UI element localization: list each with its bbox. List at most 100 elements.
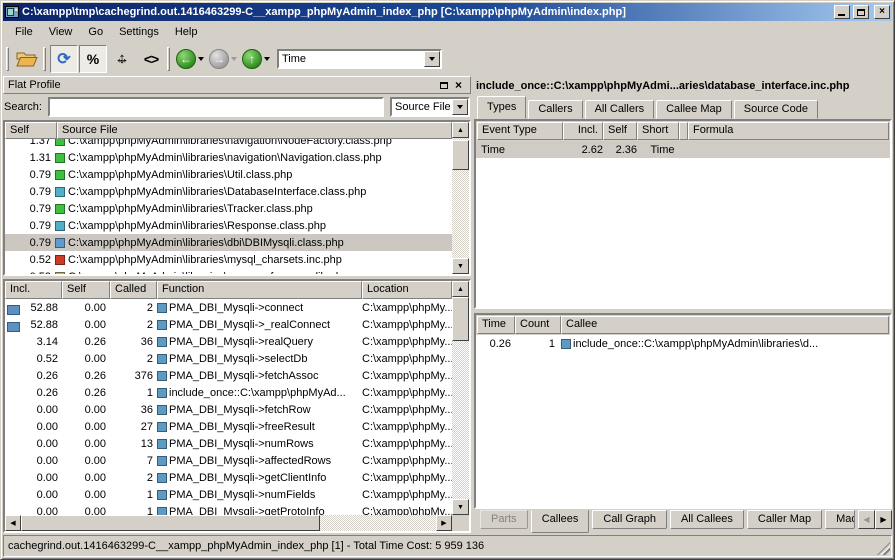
scroll-track[interactable] (21, 515, 436, 531)
function-table-vscrollbar[interactable]: ▲ ▼ (452, 281, 469, 515)
grouping-dropdown-button[interactable] (452, 99, 468, 115)
table-row[interactable]: Time 2.62 2.36 Time (476, 141, 890, 158)
scroll-right-button[interactable]: ▶ (436, 515, 452, 531)
menu-view[interactable]: View (41, 23, 81, 41)
column-header-source-file[interactable]: Source File (57, 122, 452, 139)
file-list-row[interactable]: 0.79C:\xampp\phpMyAdmin\libraries\Databa… (5, 183, 452, 200)
column-header-called[interactable]: Called (110, 281, 157, 299)
scroll-thumb[interactable] (452, 140, 469, 170)
tab-machine-code[interactable]: Machine (825, 510, 855, 529)
up-dropdown-caret-icon[interactable] (264, 57, 270, 64)
function-table-hscrollbar[interactable]: ◀ ▶ (5, 515, 469, 531)
scroll-track[interactable] (452, 297, 469, 499)
event-type-select[interactable]: Time (277, 49, 442, 69)
column-header-callee[interactable]: Callee (561, 316, 889, 334)
open-file-button[interactable] (13, 45, 41, 73)
back-button[interactable]: ← (176, 49, 196, 69)
file-list-vscrollbar[interactable]: ▲ ▼ (452, 122, 469, 274)
maximize-button[interactable] (853, 5, 869, 19)
tab-caller-map[interactable]: Caller Map (747, 510, 822, 529)
file-list-row[interactable]: 0.79C:\xampp\phpMyAdmin\libraries\dbi\DB… (5, 234, 452, 251)
file-list-row[interactable]: 0.79C:\xampp\phpMyAdmin\libraries\Tracke… (5, 200, 452, 217)
forward-button[interactable]: → (209, 49, 229, 69)
tab-callees[interactable]: Callees (531, 510, 590, 533)
file-list-row[interactable]: 0.79C:\xampp\phpMyAdmin\libraries\Util.c… (5, 166, 452, 183)
toolbar-handle-2[interactable] (43, 47, 46, 71)
table-row[interactable]: 0.000.0027PMA_DBI_Mysqli->freeResultC:\x… (5, 418, 452, 435)
scroll-down-button[interactable]: ▼ (452, 499, 469, 515)
column-header-incl[interactable]: Incl. (563, 122, 603, 140)
tab-scroll-right-button[interactable]: ▶ (875, 510, 892, 529)
column-header-self[interactable]: Self (5, 122, 57, 139)
grouping-select[interactable]: Source File (390, 97, 470, 117)
tab-callers[interactable]: Callers (528, 100, 582, 119)
scroll-left-button[interactable]: ◀ (5, 515, 21, 531)
event-type-dropdown-button[interactable] (424, 51, 440, 67)
menu-file[interactable]: File (7, 23, 41, 41)
table-row[interactable]: 52.880.002PMA_DBI_Mysqli->_realConnectC:… (5, 316, 452, 333)
table-row[interactable]: 0.000.0013PMA_DBI_Mysqli->numRowsC:\xamp… (5, 435, 452, 452)
scroll-up-button[interactable]: ▲ (452, 281, 469, 297)
table-row[interactable]: 0.260.26376PMA_DBI_Mysqli->fetchAssocC:\… (5, 367, 452, 384)
scrollbar-corner (452, 515, 469, 531)
table-row[interactable]: 3.140.2636PMA_DBI_Mysqli->realQueryC:\xa… (5, 333, 452, 350)
search-input[interactable] (48, 97, 384, 117)
column-header-function[interactable]: Function (157, 281, 362, 299)
table-row[interactable]: 0.000.001PMA_DBI_Mysqli->numFieldsC:\xam… (5, 486, 452, 503)
tab-all-callers[interactable]: All Callers (585, 100, 655, 119)
dock-close-button[interactable]: × (451, 78, 466, 92)
column-header-incl[interactable]: Incl. (5, 281, 62, 299)
called-cell: 7 (110, 455, 157, 467)
resize-grip[interactable] (877, 542, 890, 555)
scroll-up-button[interactable]: ▲ (452, 122, 469, 138)
file-list-row[interactable]: 0.52C:\xampp\phpMyAdmin\libraries\mysql_… (5, 251, 452, 268)
table-row[interactable]: 0.000.007PMA_DBI_Mysqli->affectedRowsC:\… (5, 452, 452, 469)
column-header-event-type[interactable]: Event Type (477, 122, 563, 140)
menu-go[interactable]: Go (80, 23, 111, 41)
table-row[interactable]: 0.520.002PMA_DBI_Mysqli->selectDbC:\xamp… (5, 350, 452, 367)
column-header-short[interactable]: Short (637, 122, 679, 140)
table-row[interactable]: 0.000.0036PMA_DBI_Mysqli->fetchRowC:\xam… (5, 401, 452, 418)
tab-types[interactable]: Types (477, 96, 526, 119)
column-header-self[interactable]: Self (603, 122, 637, 140)
file-list-row[interactable]: 0.52C:\xampp\phpMyAdmin\libraries\user_p… (5, 268, 452, 274)
scroll-thumb[interactable] (452, 297, 469, 341)
menu-settings[interactable]: Settings (111, 23, 167, 41)
cycle-detection-button[interactable]: ↔↕ (108, 45, 136, 73)
dock-float-button[interactable] (436, 78, 451, 92)
reload-button[interactable]: ⟳ (50, 45, 78, 73)
scroll-down-button[interactable]: ▼ (452, 258, 469, 274)
back-dropdown-caret-icon[interactable] (198, 57, 204, 64)
file-list-row[interactable]: 0.79C:\xampp\phpMyAdmin\libraries\Respon… (5, 217, 452, 234)
scroll-track[interactable] (452, 138, 469, 258)
table-row[interactable]: 0.260.261include_once::C:\xampp\phpMyAd.… (5, 384, 452, 401)
shorten-templates-button[interactable]: <> (137, 45, 165, 73)
table-row[interactable]: 0.000.001PMA_DBI_Mysqli->getProtoInfoC:\… (5, 503, 452, 515)
menu-help[interactable]: Help (167, 23, 206, 41)
function-cell: PMA_DBI_Mysqli->fetchAssoc (157, 370, 362, 382)
file-list-body: 1.37C:\xampp\phpMyAdmin\libraries\naviga… (5, 139, 452, 274)
tab-callee-map[interactable]: Callee Map (656, 100, 732, 119)
tab-source-code[interactable]: Source Code (734, 100, 818, 119)
table-row[interactable]: 0.26 1 include_once::C:\xampp\phpMyAdmin… (476, 335, 890, 352)
scroll-thumb[interactable] (21, 515, 320, 531)
file-list-row[interactable]: 1.37C:\xampp\phpMyAdmin\libraries\naviga… (5, 139, 452, 149)
up-button[interactable]: ↑ (242, 49, 262, 69)
column-header-self[interactable]: Self (62, 281, 110, 299)
column-header-count[interactable]: Count (515, 316, 561, 334)
close-button[interactable]: × (874, 5, 890, 19)
file-list-row[interactable]: 1.31C:\xampp\phpMyAdmin\libraries\naviga… (5, 149, 452, 166)
toolbar-handle[interactable] (6, 47, 9, 71)
column-header-location[interactable]: Location (362, 281, 452, 299)
tab-all-callees[interactable]: All Callees (670, 510, 744, 529)
self-cost-cell: 0.52 (5, 254, 51, 266)
relative-percent-button[interactable]: % (79, 45, 107, 73)
toolbar-handle-3[interactable] (167, 47, 170, 71)
column-header-spacer[interactable] (679, 122, 688, 140)
column-header-formula[interactable]: Formula (688, 122, 889, 140)
tab-call-graph[interactable]: Call Graph (592, 510, 667, 529)
minimize-button[interactable] (834, 5, 850, 19)
table-row[interactable]: 0.000.002PMA_DBI_Mysqli->getClientInfoC:… (5, 469, 452, 486)
table-row[interactable]: 52.880.002PMA_DBI_Mysqli->connectC:\xamp… (5, 299, 452, 316)
column-header-time[interactable]: Time (477, 316, 515, 334)
